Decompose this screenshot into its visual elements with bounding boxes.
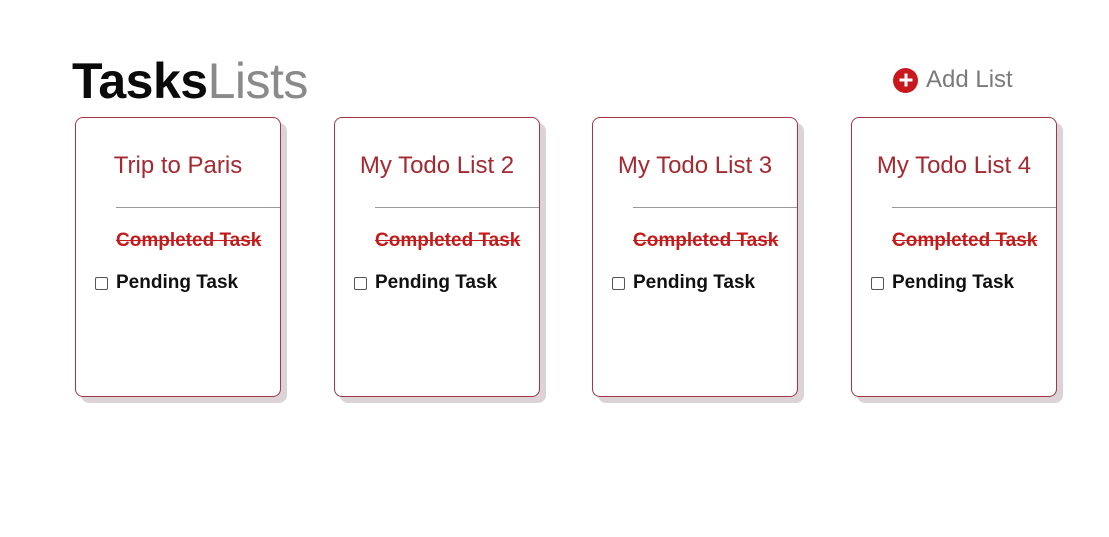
list-card: My Todo List 3 Completed Task Pending Ta…	[592, 117, 798, 397]
page-title: Tasks Lists	[72, 52, 309, 109]
add-list-button[interactable]: Add List	[893, 66, 1013, 94]
task-checkbox[interactable]	[871, 276, 884, 290]
task-checkbox[interactable]	[354, 276, 367, 290]
list-divider	[116, 207, 280, 208]
pending-task: Pending Task	[871, 272, 1014, 294]
page-title-light: Lists	[207, 53, 309, 109]
list-divider	[633, 207, 797, 208]
task-checkbox[interactable]	[95, 276, 108, 290]
tasks-lists-app: Tasks Lists Add List Trip to Paris Compl…	[0, 0, 1109, 537]
list-title[interactable]: My Todo List 2	[335, 152, 539, 180]
completed-task[interactable]: Completed Task	[375, 230, 520, 252]
add-list-label[interactable]: Add List	[926, 66, 1013, 94]
pending-task: Pending Task	[612, 272, 755, 294]
page-title-bold: Tasks	[72, 53, 208, 109]
pending-task-label[interactable]: Pending Task	[375, 272, 497, 294]
list-card: My Todo List 4 Completed Task Pending Ta…	[851, 117, 1057, 397]
completed-task[interactable]: Completed Task	[116, 230, 261, 252]
list-title[interactable]: Trip to Paris	[76, 152, 280, 180]
list-divider	[375, 207, 539, 208]
list-card: My Todo List 2 Completed Task Pending Ta…	[334, 117, 540, 397]
pending-task: Pending Task	[354, 272, 497, 294]
pending-task-label[interactable]: Pending Task	[116, 272, 238, 294]
pending-task-label[interactable]: Pending Task	[633, 272, 755, 294]
completed-task[interactable]: Completed Task	[892, 230, 1037, 252]
pending-task: Pending Task	[95, 272, 238, 294]
pending-task-label[interactable]: Pending Task	[892, 272, 1014, 294]
plus-circle-icon[interactable]	[893, 67, 918, 93]
list-card: Trip to Paris Completed Task Pending Tas…	[75, 117, 281, 397]
list-title[interactable]: My Todo List 3	[593, 152, 797, 180]
list-divider	[892, 207, 1056, 208]
task-checkbox[interactable]	[612, 276, 625, 290]
completed-task[interactable]: Completed Task	[633, 230, 778, 252]
list-title[interactable]: My Todo List 4	[852, 152, 1056, 180]
